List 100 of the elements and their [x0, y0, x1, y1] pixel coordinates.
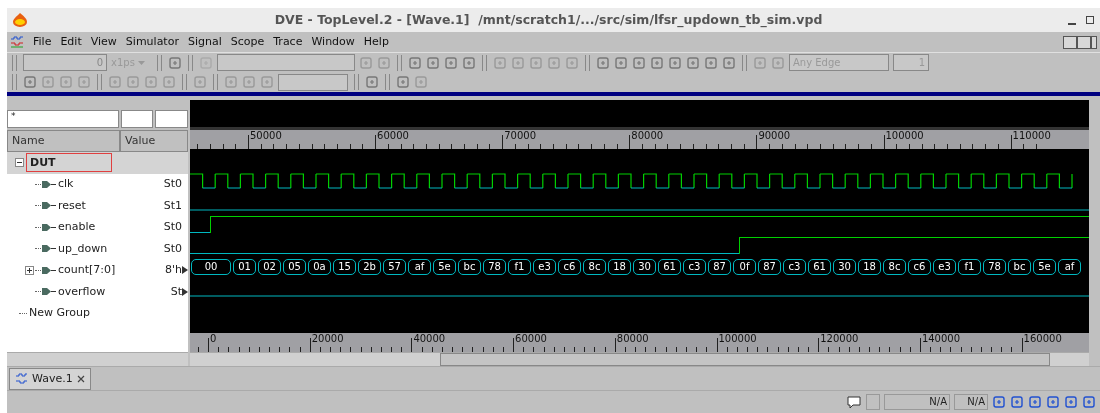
- toolbar-icon[interactable]: [1028, 395, 1042, 409]
- column-header[interactable]: Value: [120, 130, 188, 152]
- ruler-label: 80000: [631, 130, 664, 142]
- marker-combo[interactable]: [278, 73, 348, 91]
- toolbar-icon[interactable]: [260, 75, 274, 89]
- toolbar-icon[interactable]: [1082, 395, 1096, 409]
- bus-value-segment: 02: [258, 259, 281, 276]
- toolbar-icon[interactable]: [359, 55, 373, 70]
- tab[interactable]: Wave.1: [9, 368, 91, 390]
- toolbar-icon[interactable]: [224, 75, 238, 89]
- menu-item[interactable]: File: [33, 33, 52, 51]
- toolbar-icon[interactable]: [1010, 395, 1024, 409]
- minimize-button[interactable]: [1063, 35, 1077, 49]
- horizontal-scrollbar[interactable]: [190, 352, 1089, 366]
- toolbar-icon[interactable]: [771, 55, 785, 70]
- status-field: N/A: [954, 394, 988, 410]
- bus-value-segment: c6: [558, 259, 581, 276]
- display-dropdown[interactable]: [155, 110, 188, 128]
- toolbar-icon[interactable]: [614, 55, 628, 70]
- toolbar-icon[interactable]: [426, 55, 440, 70]
- speech-bubble-icon[interactable]: [846, 395, 862, 409]
- toolbar-icon[interactable]: [686, 55, 700, 70]
- signal-name[interactable]: clk: [58, 176, 74, 193]
- toolbar-icon[interactable]: [444, 55, 458, 70]
- menu-item[interactable]: Simulator: [125, 33, 179, 51]
- toolbar-icon[interactable]: [632, 55, 646, 70]
- scope-label[interactable]: DUT: [26, 153, 112, 173]
- collapse-toggle[interactable]: [15, 158, 24, 168]
- bus-value-segment: 05: [283, 259, 306, 276]
- expand-toggle[interactable]: [25, 265, 34, 275]
- menu-item[interactable]: Help: [363, 33, 389, 51]
- toolbar-icon[interactable]: [377, 55, 391, 70]
- bus-value-segment: 61: [808, 259, 831, 276]
- bus-value-segment: 15: [333, 259, 356, 276]
- ruler-label: 60000: [515, 333, 547, 345]
- horizontal-scrollbar[interactable]: [7, 352, 188, 366]
- group-label[interactable]: New Group: [29, 305, 90, 322]
- menu-item[interactable]: Edit: [60, 33, 82, 51]
- toolbar-icon[interactable]: [511, 55, 525, 70]
- toolbar-icon[interactable]: [992, 395, 1006, 409]
- signal-value: St0: [163, 240, 182, 257]
- ruler-label: 50000: [250, 130, 282, 142]
- signal-type-dropdown[interactable]: [121, 110, 153, 128]
- toolbar-icon[interactable]: [365, 75, 379, 89]
- vertical-scrollbar[interactable]: [1089, 100, 1100, 366]
- column-header[interactable]: Name: [7, 130, 120, 152]
- signal-value: 8'h: [165, 262, 182, 278]
- bus-value-segment: 01: [233, 259, 256, 276]
- toolbar-icon[interactable]: [408, 55, 422, 70]
- close-icon[interactable]: [76, 375, 85, 383]
- scrollbar-thumb[interactable]: [440, 353, 1050, 366]
- menu-item[interactable]: Trace: [273, 33, 303, 51]
- bus-value-segment: 78: [483, 259, 506, 276]
- toolbar-icon[interactable]: [414, 75, 428, 89]
- toolbar-icon[interactable]: [596, 55, 610, 70]
- signal-name[interactable]: reset: [58, 197, 86, 214]
- signal-name[interactable]: enable: [58, 219, 96, 236]
- toolbar-icon[interactable]: [168, 55, 182, 70]
- bus-value-segment: 5e: [1033, 259, 1056, 276]
- menu-item[interactable]: Signal: [187, 33, 222, 51]
- toolbar-icon[interactable]: [162, 75, 176, 89]
- restore-button[interactable]: [1077, 35, 1091, 49]
- signal-value: St0: [163, 176, 182, 192]
- menu-item[interactable]: View: [90, 33, 117, 51]
- toolbar-icon[interactable]: [396, 75, 410, 89]
- menu-item[interactable]: Scope: [230, 33, 265, 51]
- signal-name[interactable]: overflow: [58, 283, 106, 300]
- toolbar-icon[interactable]: [722, 55, 736, 70]
- port-icon: [41, 222, 57, 232]
- signal-filter-combo[interactable]: *: [7, 110, 119, 128]
- port-icon: [41, 201, 57, 211]
- toolbar-icon[interactable]: [565, 55, 579, 70]
- maximize-button[interactable]: [1086, 16, 1094, 24]
- close-button[interactable]: [1091, 35, 1097, 49]
- toolbar-icon[interactable]: [77, 75, 91, 89]
- toolbar-icon[interactable]: [144, 75, 158, 89]
- toolbar-icon[interactable]: [753, 55, 767, 70]
- toolbar-icon[interactable]: [126, 75, 140, 89]
- search-combo[interactable]: [217, 54, 355, 71]
- toolbar-icon[interactable]: [493, 55, 507, 70]
- signal-name[interactable]: count[7:0]: [58, 262, 116, 279]
- toolbar-icon[interactable]: [23, 75, 37, 89]
- toolbar-icon[interactable]: [193, 75, 207, 89]
- toolbar-icon[interactable]: [462, 55, 476, 70]
- toolbar-icon[interactable]: [650, 55, 664, 70]
- toolbar-icon[interactable]: [668, 55, 682, 70]
- toolbar-icon[interactable]: [1064, 395, 1078, 409]
- status-field: [866, 394, 880, 410]
- bus-value-segment: 5e: [433, 259, 456, 276]
- bus-value-segment: c3: [783, 259, 806, 276]
- toolbar-icon[interactable]: [108, 75, 122, 89]
- toolbar-icon[interactable]: [1046, 395, 1060, 409]
- toolbar-icon[interactable]: [704, 55, 718, 70]
- toolbar-icon[interactable]: [242, 75, 256, 89]
- menu-item[interactable]: Window: [311, 33, 355, 51]
- signal-name[interactable]: up_down: [58, 240, 108, 257]
- toolbar-icon[interactable]: [529, 55, 543, 70]
- port-icon: [41, 265, 57, 275]
- window-title: DVE - TopLevel.2 - [Wave.1] /mnt/scratch1/.../src/sim/lfsr_updown_tb_sim.vpd: [273, 10, 824, 30]
- toolbar-icon[interactable]: [547, 55, 561, 70]
